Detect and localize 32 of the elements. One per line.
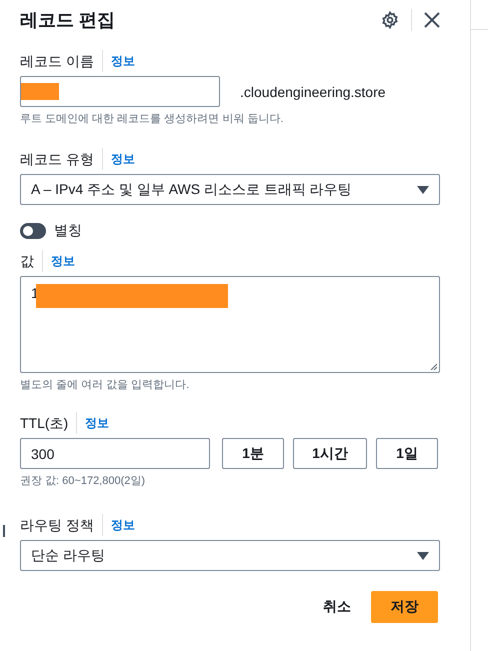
caret-icon <box>417 186 429 194</box>
hint-text: 권장 값: 60~172,800(2일) <box>20 474 146 488</box>
field-label: 값 <box>20 250 43 272</box>
preset-button[interactable]: 1분 <box>222 438 284 469</box>
cancel-button[interactable]: 취소 <box>323 598 351 616</box>
resize-grip-icon[interactable] <box>430 363 437 370</box>
save-button[interactable]: 저장 <box>371 591 438 623</box>
alias-toggle[interactable] <box>20 223 46 239</box>
field-label: 라우팅 정책 <box>20 514 103 536</box>
settings-icon[interactable] <box>381 11 399 29</box>
close-icon[interactable] <box>424 12 440 28</box>
panel-title: 레코드 편집 <box>20 9 116 32</box>
preset-button[interactable]: 1일 <box>376 438 438 469</box>
info-link[interactable]: 정보 <box>102 150 135 168</box>
hint-text: 루트 도메인에 대한 레코드를 생성하려면 비워 둡니다. <box>20 112 284 126</box>
info-link[interactable]: 정보 <box>102 516 135 534</box>
domain-suffix: .cloudengineering.store <box>240 84 386 100</box>
info-link[interactable]: 정보 <box>102 52 135 70</box>
field-label: 레코드 이름 <box>20 50 103 72</box>
field-label: 레코드 유형 <box>20 148 103 170</box>
preset-button[interactable]: 1시간 <box>293 438 367 469</box>
info-link[interactable]: 정보 <box>77 414 110 432</box>
cursor-mark <box>3 525 5 537</box>
toggle-label: 별칭 <box>54 222 82 240</box>
info-link[interactable]: 정보 <box>43 252 75 270</box>
record-type-select[interactable]: A – IPv4 주소 및 일부 AWS 리소스로 트래픽 라우팅 <box>20 174 440 205</box>
routing-policy-select[interactable]: 단순 라우팅 <box>20 540 440 571</box>
field-label: TTL(초) <box>20 412 78 434</box>
hint-text: 별도의 줄에 여러 값을 입력합니다. <box>20 378 190 392</box>
record-name-field[interactable] <box>20 76 220 107</box>
ttl-field[interactable]: 300 <box>20 438 210 469</box>
caret-icon <box>417 552 429 560</box>
